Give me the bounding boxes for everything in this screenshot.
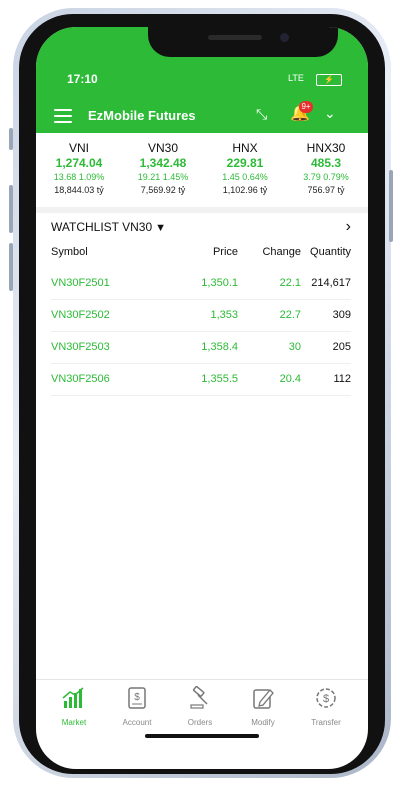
watchlist-header[interactable]: WATCHLIST VN30 ▼ ›	[51, 218, 351, 240]
index-change: 1.45 0.64%	[222, 172, 268, 182]
cell-quantity: 112	[333, 373, 351, 385]
watchlist-title: WATCHLIST VN30	[51, 220, 153, 234]
svg-text:$: $	[134, 692, 140, 703]
side-button-left-3	[9, 243, 13, 291]
caret-down-icon[interactable]: ▼	[155, 222, 166, 234]
index-change: 13.68 1.09%	[53, 172, 105, 182]
index-hnx[interactable]: HNX 229.81 1.45 0.64% 1,102.96 tỷ	[205, 141, 285, 195]
market-indices: VNI 1,274.04 13.68 1.09% 18,844.03 tỷ VN…	[36, 141, 368, 207]
nav-label: Orders	[187, 718, 213, 727]
index-name: HNX30	[306, 141, 346, 155]
index-volume: 7,569.92 tỷ	[140, 185, 186, 195]
index-name: VN30	[147, 141, 179, 155]
side-button-right	[389, 170, 393, 242]
header-symbol: Symbol	[51, 246, 88, 258]
cell-symbol: VN30F2502	[51, 309, 110, 321]
edit-icon	[253, 689, 274, 709]
cell-symbol: VN30F2506	[51, 373, 110, 385]
header-change: Change	[262, 246, 301, 258]
app-header: EzMobile Futures ⤡ 🔔 9+ ⌄	[36, 101, 368, 131]
cell-change: 22.7	[279, 309, 301, 321]
battery-icon: ⚡	[316, 74, 342, 86]
notch	[148, 27, 338, 57]
nav-account[interactable]: $ Account	[112, 686, 162, 727]
signal-indicator: LTE	[288, 73, 304, 83]
nav-label: Transfer	[311, 718, 341, 727]
cell-symbol: VN30F2501	[51, 277, 110, 289]
index-value: 1,342.48	[139, 156, 187, 170]
table-row[interactable]: VN30F2501 1,350.1 22.1 214,617	[51, 268, 351, 300]
nav-orders[interactable]: Orders	[175, 685, 225, 727]
index-value: 1,274.04	[55, 156, 103, 170]
chevron-down-icon[interactable]: ⌄	[324, 105, 336, 122]
cell-quantity: 309	[332, 309, 351, 321]
svg-text:$: $	[323, 693, 329, 705]
notification-badge: 9+	[299, 101, 313, 113]
table-row[interactable]: VN30F2503 1,358.4 30 205	[51, 332, 351, 364]
nav-transfer[interactable]: $ Transfer	[301, 686, 351, 727]
nav-market[interactable]: Market	[49, 686, 99, 727]
status-time: 17:10	[67, 72, 98, 86]
chevron-right-icon[interactable]: ›	[346, 218, 351, 236]
cell-quantity: 214,617	[311, 277, 351, 289]
nav-modify[interactable]: Modify	[238, 686, 288, 727]
index-change: 19.21 1.45%	[137, 172, 189, 182]
menu-icon[interactable]	[54, 109, 72, 123]
index-volume: 1,102.96 tỷ	[222, 185, 268, 195]
cell-price: 1,358.4	[201, 341, 238, 353]
collapse-icon[interactable]: ⤡	[256, 106, 267, 123]
camera	[280, 33, 289, 42]
index-hnx30[interactable]: HNX30 485.3 3.79 0.79% 756.97 tỷ	[286, 141, 366, 195]
cell-change: 30	[288, 341, 301, 353]
nav-label: Account	[122, 718, 152, 727]
index-vn30[interactable]: VN30 1,342.48 19.21 1.45% 7,569.92 tỷ	[123, 141, 203, 195]
cell-price: 1,350.1	[201, 277, 238, 289]
cell-price: 1,355.5	[201, 373, 238, 385]
watchlist-table: VN30F2501 1,350.1 22.1 214,617 VN30F2502…	[51, 268, 351, 396]
cell-quantity: 205	[332, 341, 351, 353]
index-name: HNX	[232, 141, 258, 155]
screen: 17:10 LTE ⚡ EzMobile Futures ⤡ 🔔 9+ ⌄ VN…	[36, 27, 368, 769]
nav-label: Market	[61, 718, 87, 727]
index-volume: 18,844.03 tỷ	[54, 185, 104, 195]
market-chart-icon	[62, 687, 84, 708]
index-value: 229.81	[226, 156, 264, 170]
cell-change: 20.4	[279, 373, 301, 385]
cell-price: 1,353	[210, 309, 238, 321]
index-volume: 756.97 tỷ	[307, 185, 345, 195]
table-header: Symbol Price Change Quantity	[51, 246, 351, 262]
app-title: EzMobile Futures	[88, 108, 196, 123]
home-indicator[interactable]	[145, 734, 259, 738]
cell-symbol: VN30F2503	[51, 341, 110, 353]
index-change: 3.79 0.79%	[303, 172, 349, 182]
status-bar: 17:10 LTE ⚡	[36, 72, 368, 92]
header-quantity: Quantity	[310, 246, 351, 258]
index-name: VNI	[68, 141, 89, 155]
table-row[interactable]: VN30F2506 1,355.5 20.4 112	[51, 364, 351, 396]
account-document-icon: $	[128, 687, 146, 709]
cell-change: 22.1	[279, 277, 301, 289]
gavel-icon	[190, 685, 208, 709]
side-button-left-2	[9, 185, 13, 233]
side-button-left-1	[9, 128, 13, 150]
header-price: Price	[212, 246, 238, 258]
section-divider	[36, 207, 368, 213]
index-vni[interactable]: VNI 1,274.04 13.68 1.09% 18,844.03 tỷ	[39, 141, 119, 195]
index-value: 485.3	[310, 156, 342, 170]
bottom-nav: Market $ Account Orders Modify $ Transfe…	[36, 679, 368, 730]
transfer-coin-icon: $	[316, 688, 336, 708]
speaker	[208, 35, 262, 40]
table-row[interactable]: VN30F2502 1,353 22.7 309	[51, 300, 351, 332]
nav-label: Modify	[251, 718, 275, 727]
